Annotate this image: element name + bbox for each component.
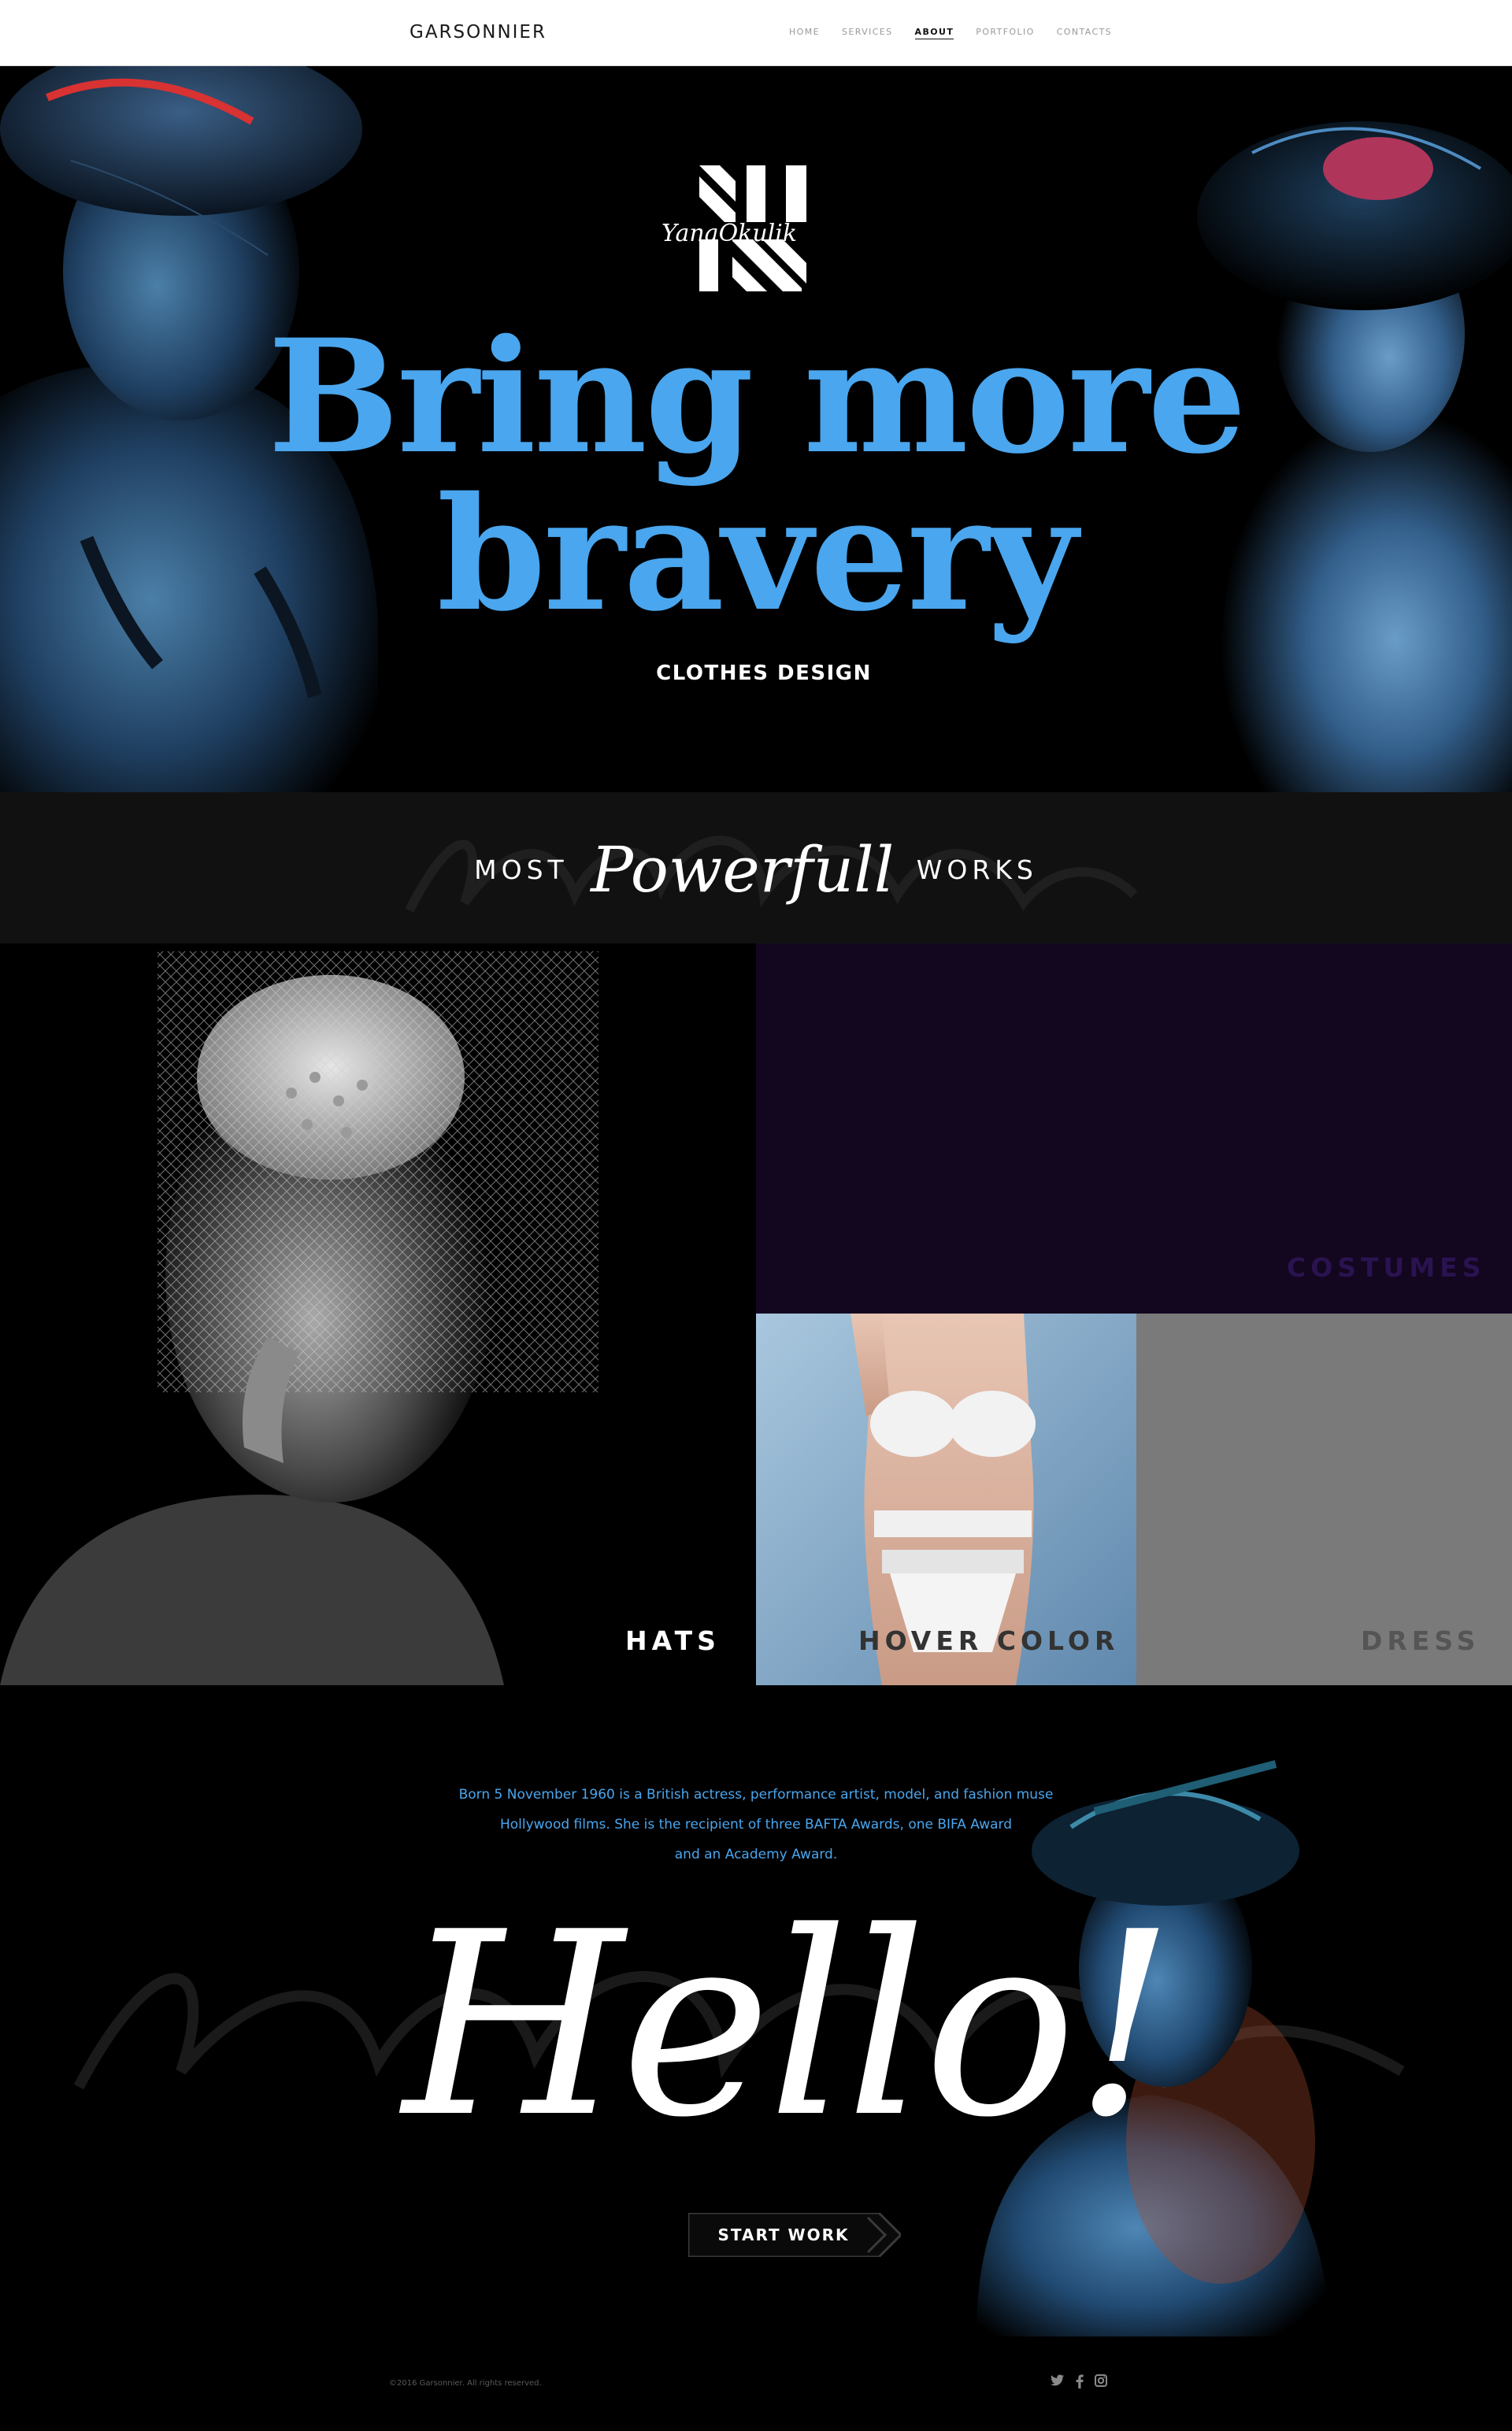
works-heading: MOST Powerfull WORKS [0,833,1512,906]
portfolio-tile-hats[interactable]: HATS [0,943,756,1685]
tile-label-hats: HATS [625,1625,721,1656]
nav-about[interactable]: ABOUT [914,27,954,39]
hero-section: YanaOkulik Bring more bravery CLOTHES DE… [0,66,1512,792]
twitter-icon[interactable] [1051,2374,1065,2392]
bio-line-3: and an Academy Award. [674,1847,838,1862]
instagram-icon[interactable] [1095,2374,1107,2392]
about-hello-section: Born 5 November 1960 is a British actres… [0,1685,1512,2337]
works-heading-works: WORKS [916,854,1038,885]
tile-label-costumes: COSTUMES [1287,1252,1486,1283]
tile-label-hover-color: HOVER COLOR [858,1625,1120,1656]
start-work-button[interactable]: START WORK [688,2213,901,2257]
portfolio-tile-dress[interactable]: DRESS [1136,1314,1512,1685]
facebook-icon[interactable] [1076,2374,1084,2392]
bio-line-1: Born 5 November 1960 is a British actres… [458,1787,1054,1803]
hello-heading: Hello! [402,1877,1176,2173]
hero-title-line-1: Bring more [267,305,1247,488]
main-nav: HOME SERVICES ABOUT PORTFOLIO CONTACTS [789,27,1112,39]
copyright-text: ©2016 Garsonnier. All rights reserved. [389,2379,542,2388]
hero-title-line-2: bravery [436,462,1077,646]
hero-title: Bring more bravery [205,318,1307,633]
works-heading-most: MOST [474,854,569,885]
brand-logo[interactable]: GARSONNIER [410,22,547,43]
nav-contacts[interactable]: CONTACTS [1057,27,1112,39]
works-heading-band: MOST Powerfull WORKS [0,792,1512,943]
signature-text: YanaOkulik [662,220,797,247]
social-links [1051,2374,1107,2392]
hats-model-image [0,943,756,1685]
tile-label-dress: DRESS [1361,1625,1480,1656]
works-heading-powerfull: Powerfull [591,833,895,906]
nav-home[interactable]: HOME [789,27,820,39]
start-work-label: START WORK [717,2225,850,2244]
hero-subtitle: CLOTHES DESIGN [656,661,872,685]
nav-services[interactable]: SERVICES [842,27,893,39]
portfolio-tile-costumes[interactable]: COSTUMES [756,943,1512,1314]
signature-logo-icon: YanaOkulik [662,165,806,291]
bio-line-2: Hollywood films. She is the recipient of… [499,1817,1013,1833]
portfolio-tile-hover-color[interactable]: HOVER COLOR [756,1314,1136,1685]
bio-text: Born 5 November 1960 is a British actres… [441,1780,1071,1870]
nav-portfolio[interactable]: PORTFOLIO [976,27,1034,39]
top-navigation-bar: GARSONNIER HOME SERVICES ABOUT PORTFOLIO… [0,0,1512,66]
footer: ©2016 Garsonnier. All rights reserved. [0,2337,1512,2431]
